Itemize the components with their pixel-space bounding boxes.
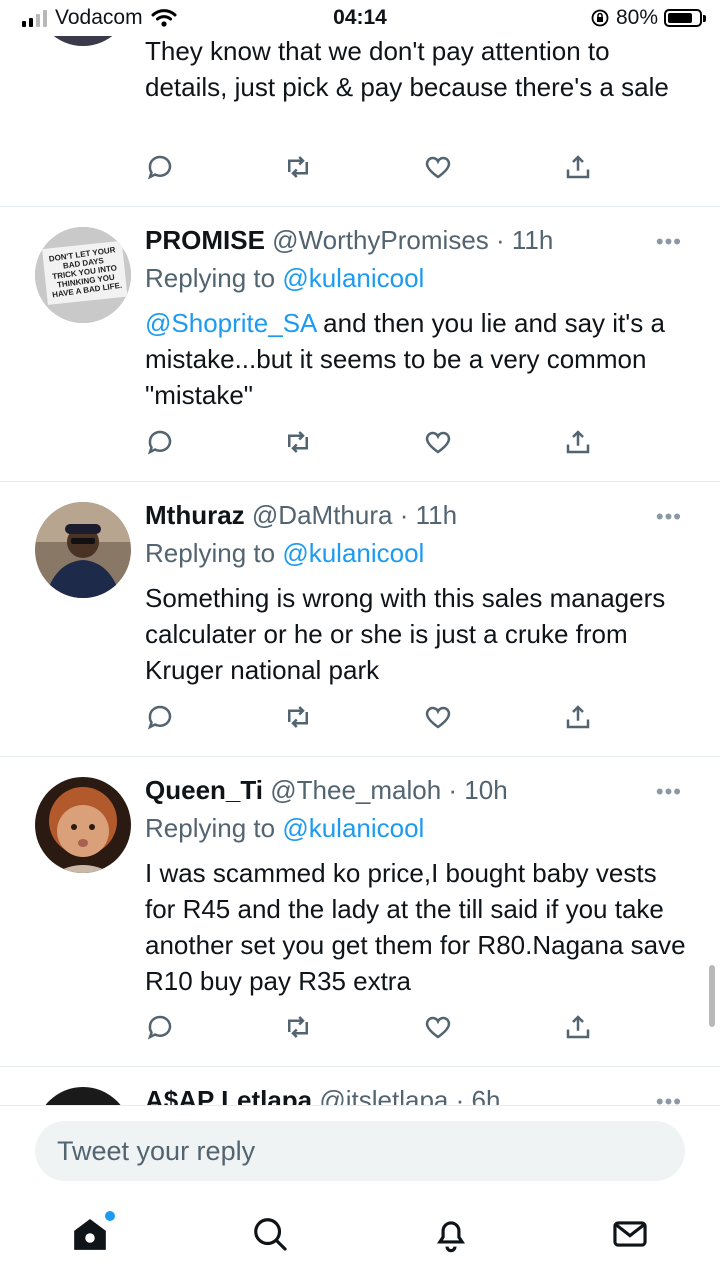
replying-to: Replying to @kulanicool <box>145 261 690 295</box>
user-handle[interactable]: @DaMthura <box>252 500 393 530</box>
battery-icon <box>664 9 706 27</box>
share-icon[interactable] <box>563 427 597 461</box>
replying-prefix: Replying to <box>145 538 276 568</box>
timestamp: · 11h <box>496 225 554 255</box>
replying-mention[interactable]: @kulanicool <box>282 538 424 568</box>
home-icon[interactable] <box>71 1211 115 1255</box>
tweet-feed: They know that we don't pay attention to… <box>0 0 720 1105</box>
avatar[interactable] <box>35 502 131 598</box>
replying-to: Replying to @kulanicool <box>145 811 690 845</box>
tweet-header: Queen_Ti @Thee_maloh · 10h <box>145 773 690 807</box>
notifications-icon[interactable] <box>432 1215 472 1255</box>
tweet[interactable]: Queen_Ti @Thee_maloh · 10h Replying to @… <box>0 757 720 1067</box>
like-icon[interactable] <box>423 152 457 186</box>
more-icon[interactable]: ••• <box>656 1089 682 1105</box>
display-name[interactable]: Queen_Ti <box>145 775 263 805</box>
tweet-header: Mthuraz @DaMthura · 11h <box>145 498 690 532</box>
reply-icon[interactable] <box>145 152 179 186</box>
timestamp: · 6h <box>455 1085 501 1105</box>
scrollbar-thumb[interactable] <box>709 965 715 1027</box>
tweet-actions <box>145 1012 595 1046</box>
tweet-text: @Shoprite_SA and then you lie and say it… <box>145 305 690 413</box>
share-icon[interactable] <box>563 1012 597 1046</box>
tweet-partial-bottom[interactable]: A$AP Letlapa @itsletlapa · 6h ••• <box>0 1067 720 1105</box>
replying-prefix: Replying to <box>145 813 276 843</box>
reply-input[interactable] <box>35 1121 685 1181</box>
tweet[interactable]: DON'T LET YOUR BAD DAYS TRICK YOU INTO T… <box>0 207 720 482</box>
replying-prefix: Replying to <box>145 263 276 293</box>
search-icon[interactable] <box>251 1215 291 1255</box>
avatar[interactable] <box>35 1087 131 1105</box>
tweet-header: PROMISE @WorthyPromises · 11h <box>145 223 690 257</box>
user-handle[interactable]: @Thee_maloh <box>270 775 441 805</box>
retweet-icon[interactable] <box>283 152 317 186</box>
display-name[interactable]: Mthuraz <box>145 500 245 530</box>
battery-percent: 80% <box>615 6 658 29</box>
status-bar: Vodacom 04:14 80% <box>0 0 720 36</box>
replying-mention[interactable]: @kulanicool <box>282 263 424 293</box>
reply-icon[interactable] <box>145 702 179 736</box>
like-icon[interactable] <box>423 702 457 736</box>
bottom-nav <box>0 1195 720 1280</box>
timestamp: · 10h <box>448 775 508 805</box>
orientation-lock-icon <box>591 9 609 27</box>
tweet-mention[interactable]: @Shoprite_SA <box>145 308 316 338</box>
more-icon[interactable]: ••• <box>656 779 682 805</box>
like-icon[interactable] <box>423 1012 457 1046</box>
tweet-actions <box>145 427 595 461</box>
avatar[interactable]: DON'T LET YOUR BAD DAYS TRICK YOU INTO T… <box>35 227 131 323</box>
reply-icon[interactable] <box>145 1012 179 1046</box>
retweet-icon[interactable] <box>283 702 317 736</box>
tweet-text: I was scammed ko price,I bought baby ves… <box>145 858 686 996</box>
messages-icon[interactable] <box>611 1215 651 1255</box>
avatar[interactable] <box>35 777 131 873</box>
retweet-icon[interactable] <box>283 427 317 461</box>
avatar-image: DON'T LET YOUR BAD DAYS TRICK YOU INTO T… <box>35 227 131 323</box>
avatar-image <box>35 502 131 598</box>
tweet-text: Something is wrong with this sales manag… <box>145 583 666 685</box>
unread-dot <box>105 1211 115 1221</box>
tweet[interactable]: Mthuraz @DaMthura · 11h Replying to @kul… <box>0 482 720 757</box>
user-handle[interactable]: @itsletlapa <box>319 1085 448 1105</box>
retweet-icon[interactable] <box>283 1012 317 1046</box>
tweet-header: A$AP Letlapa @itsletlapa · 6h <box>145 1083 690 1105</box>
reply-bar <box>0 1105 720 1195</box>
avatar-image <box>35 777 131 873</box>
user-handle[interactable]: @WorthyPromises <box>272 225 489 255</box>
tweet-text: They know that we don't pay attention to… <box>145 36 669 102</box>
tweet-actions <box>145 702 595 736</box>
tweet-actions <box>145 152 595 186</box>
like-icon[interactable] <box>423 427 457 461</box>
more-icon[interactable]: ••• <box>656 504 682 530</box>
display-name[interactable]: PROMISE <box>145 225 265 255</box>
replying-to: Replying to @kulanicool <box>145 536 690 570</box>
display-name[interactable]: A$AP Letlapa <box>145 1085 312 1105</box>
reply-icon[interactable] <box>145 427 179 461</box>
replying-mention[interactable]: @kulanicool <box>282 813 424 843</box>
timestamp: · 11h <box>399 500 458 530</box>
more-icon[interactable]: ••• <box>656 229 682 255</box>
share-icon[interactable] <box>563 152 597 186</box>
share-icon[interactable] <box>563 702 597 736</box>
